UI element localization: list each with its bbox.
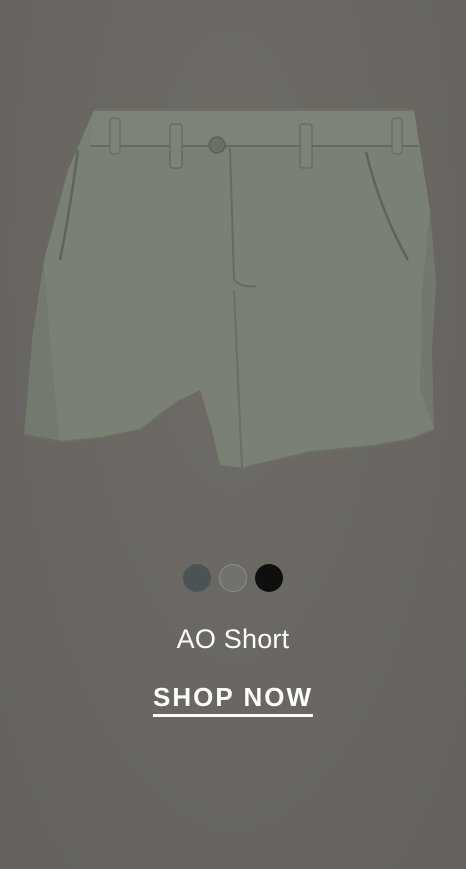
shorts-waistband xyxy=(90,110,418,146)
product-image[interactable] xyxy=(20,90,446,480)
color-swatches xyxy=(0,564,466,592)
color-swatch-black[interactable] xyxy=(255,564,283,592)
product-name[interactable]: AO Short xyxy=(0,624,466,655)
product-card[interactable]: AO Short SHOP NOW xyxy=(0,0,466,869)
shorts-button xyxy=(208,136,226,154)
color-swatch-dark-slate[interactable] xyxy=(183,564,211,592)
shop-now-link[interactable]: SHOP NOW xyxy=(153,682,313,717)
color-swatch-olive-grey[interactable] xyxy=(219,564,247,592)
shop-now-wrapper: SHOP NOW xyxy=(0,682,466,717)
